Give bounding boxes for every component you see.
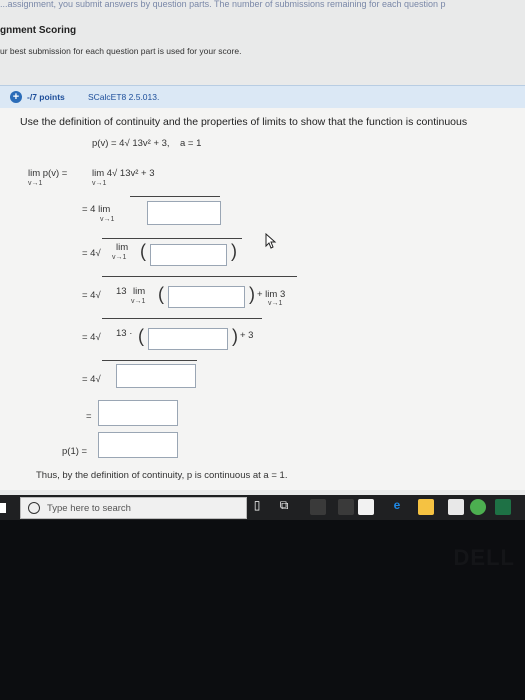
p1-label: p(1) = bbox=[62, 446, 88, 457]
limit-subscript: v→1 bbox=[131, 298, 146, 305]
limit-subscript: v→1 bbox=[28, 180, 43, 187]
step3-prefix: = 4√ bbox=[82, 248, 101, 259]
mouse-cursor-icon bbox=[265, 233, 277, 249]
step3-lim: lim bbox=[116, 242, 129, 253]
answer-box-3[interactable] bbox=[168, 286, 245, 308]
expand-plus-icon[interactable]: + bbox=[10, 91, 22, 103]
open-paren: ( bbox=[140, 241, 146, 261]
question-source[interactable]: SCalcET8 2.5.013. bbox=[88, 92, 159, 102]
a-value: a = 1 bbox=[180, 138, 202, 149]
limit-left: lim p(v) = bbox=[28, 168, 68, 179]
answer-box-5[interactable] bbox=[116, 364, 196, 388]
answer-box-1[interactable] bbox=[147, 201, 221, 225]
store-icon[interactable] bbox=[310, 499, 326, 515]
search-placeholder: Type here to search bbox=[47, 503, 131, 514]
step4-prefix: = 4√ bbox=[82, 290, 101, 301]
close-paren: ) bbox=[249, 284, 255, 304]
step4-lim: lim bbox=[133, 286, 146, 297]
taskbar-search[interactable]: Type here to search bbox=[20, 497, 247, 519]
radical-bar bbox=[102, 318, 262, 319]
amazon-a-icon[interactable] bbox=[358, 499, 374, 515]
open-paren: ( bbox=[158, 284, 164, 304]
limit-subscript: v→1 bbox=[100, 216, 115, 223]
limit-right: lim 4√ 13v² + 3 bbox=[92, 168, 155, 179]
file-explorer-icon[interactable] bbox=[418, 499, 434, 515]
limit-subscript: v→1 bbox=[112, 254, 127, 261]
radical-bar bbox=[102, 360, 197, 361]
step2-label: = 4 lim bbox=[82, 204, 111, 215]
answer-box-p1[interactable] bbox=[98, 432, 178, 458]
step4-13: 13 bbox=[116, 286, 127, 297]
mail-icon[interactable] bbox=[448, 499, 464, 515]
function-definition: p(v) = 4√ 13v² + 3, bbox=[92, 138, 170, 149]
answer-box-4[interactable] bbox=[148, 328, 228, 350]
radical-bar bbox=[102, 238, 242, 239]
step7-prefix: = bbox=[86, 411, 92, 422]
assignment-scoring-note: ur best submission for each question par… bbox=[0, 46, 242, 56]
amazon-icon[interactable] bbox=[338, 499, 354, 515]
edge-icon[interactable]: e bbox=[388, 498, 406, 512]
question-prompt: Use the definition of continuity and the… bbox=[20, 116, 468, 128]
radical-bar bbox=[130, 196, 220, 197]
taskbar: Type here to search ▯ ⧉ e bbox=[0, 495, 525, 520]
answer-box-6[interactable] bbox=[98, 400, 178, 426]
step5-plus: + 3 bbox=[240, 330, 254, 341]
question-body: Use the definition of continuity and the… bbox=[0, 108, 525, 490]
close-paren: ) bbox=[232, 326, 238, 346]
answer-box-2[interactable] bbox=[150, 244, 227, 266]
question-header: + -/7 points SCalcET8 2.5.013. bbox=[0, 85, 525, 108]
chrome-icon[interactable] bbox=[470, 499, 486, 515]
radical-bar bbox=[102, 276, 297, 277]
conclusion-text: Thus, by the definition of continuity, p… bbox=[36, 470, 288, 481]
close-paren: ) bbox=[231, 241, 237, 261]
cortana-circle-icon bbox=[28, 502, 40, 514]
question-points: -/7 points bbox=[27, 92, 65, 102]
task-view-icon[interactable]: ⧉ bbox=[275, 498, 293, 513]
dell-logo: DELL bbox=[453, 545, 515, 570]
microphone-icon[interactable]: ▯ bbox=[248, 498, 266, 512]
step6-prefix: = 4√ bbox=[82, 374, 101, 385]
assignment-scoring-title: gnment Scoring bbox=[0, 25, 77, 36]
limit-subscript: v→1 bbox=[268, 300, 283, 307]
screen: ...assignment, you submit answers by que… bbox=[0, 0, 525, 520]
open-paren: ( bbox=[138, 326, 144, 346]
step4-plus-lim: + lim 3 bbox=[257, 289, 286, 300]
step5-13: 13 · bbox=[116, 328, 133, 339]
limit-subscript: v→1 bbox=[92, 180, 107, 187]
cut-header-text: ...assignment, you submit answers by que… bbox=[0, 0, 446, 9]
excel-icon[interactable] bbox=[495, 499, 511, 515]
windows-start-icon[interactable] bbox=[0, 503, 6, 513]
step5-prefix: = 4√ bbox=[82, 332, 101, 343]
